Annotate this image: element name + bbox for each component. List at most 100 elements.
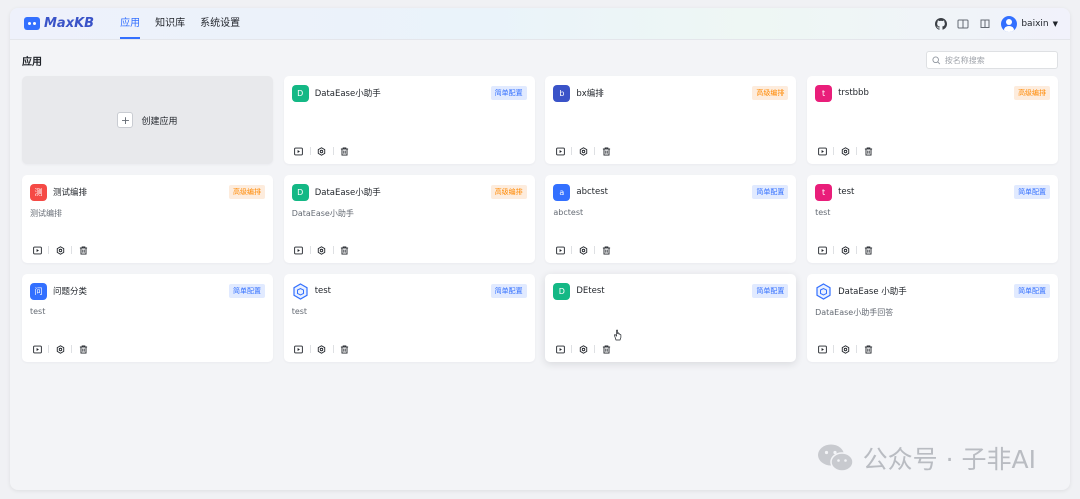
trash-icon[interactable] [340,344,350,354]
app-type-badge: 高级编排 [490,185,527,199]
gear-icon[interactable] [317,344,327,354]
trash-icon[interactable] [601,146,611,156]
wechat-icon [817,444,854,472]
action-divider [571,246,573,254]
app-type-badge: 简单配置 [1014,284,1051,298]
search-box[interactable] [926,51,1058,69]
app-card-header: t test 简单配置 [815,183,1051,201]
app-card-header: DataEase 小助手 简单配置 [815,282,1051,300]
gear-icon[interactable] [317,146,327,156]
hexagon-app-icon [815,282,832,300]
app-avatar: t [815,183,833,201]
user-name: baixin [1021,18,1049,29]
app-type-badge: 高级编排 [229,185,265,199]
search-input[interactable] [944,55,1052,65]
app-card-header: a abctest 简单配置 [553,183,789,201]
play-icon[interactable] [817,146,827,156]
app-description: test [291,307,308,316]
play-icon[interactable] [555,146,565,156]
trash-icon[interactable] [340,245,350,255]
gear-icon[interactable] [55,344,65,354]
action-divider [833,246,835,254]
play-icon[interactable] [294,146,304,156]
app-card[interactable]: D DEtest 简单配置 [545,274,797,362]
app-name: DataEase 小助手 [838,287,907,297]
app-description: DataEase小助手回答 [815,308,894,317]
app-card[interactable]: 问问题分类 简单配置 test [22,274,273,362]
app-avatar: 问 [30,282,47,300]
action-divider [309,345,311,353]
app-description: DataEase小助手 [291,209,354,218]
play-icon[interactable] [294,344,304,354]
action-divider [332,147,334,155]
gear-icon[interactable] [840,245,850,255]
app-card[interactable]: 测测试编排 高级编排 测试编排 [22,175,273,263]
nav-tab-apps[interactable]: 应用 [120,8,141,40]
play-icon[interactable] [555,245,565,255]
user-menu[interactable]: baixin ▼ [1001,15,1058,32]
action-divider [833,147,835,155]
mouse-pointer-icon [614,329,622,341]
play-icon[interactable] [32,245,42,255]
gear-icon[interactable] [840,344,850,354]
trash-icon[interactable] [78,344,88,354]
app-card-actions [32,245,88,255]
action-divider [71,246,72,254]
gear-icon[interactable] [55,245,65,255]
play-icon[interactable] [817,344,827,354]
play-icon[interactable] [294,245,304,255]
gear-icon[interactable] [317,245,327,255]
trash-icon[interactable] [863,344,873,354]
app-type-badge: 简单配置 [490,284,527,298]
action-divider [594,147,596,155]
app-name: test [838,187,855,197]
trash-icon[interactable] [863,245,873,255]
trash-icon[interactable] [340,146,350,156]
action-divider [856,147,858,155]
app-card-header: 测测试编排 高级编排 [30,183,265,201]
gear-icon[interactable] [840,146,850,156]
app-avatar: D [291,84,309,102]
gear-icon[interactable] [578,344,588,354]
book-icon[interactable] [979,18,991,30]
app-description: test [30,307,46,316]
avatar [1001,15,1018,32]
app-name: abctest [576,187,608,197]
trash-icon[interactable] [601,245,611,255]
gear-icon[interactable] [578,146,588,156]
app-description: abctest [553,208,584,217]
app-card[interactable]: D DataEase小助手 高级编排 DataEase小助手 [283,175,535,263]
app-card[interactable]: test 简单配置 test [283,274,535,362]
nav-tab-settings[interactable]: 系统设置 [200,8,240,40]
create-app-card[interactable]: + 创建应用 [22,76,273,164]
play-icon[interactable] [32,344,42,354]
action-divider [332,246,334,254]
app-type-badge: 简单配置 [229,284,265,298]
app-name: DataEase小助手 [314,188,381,198]
app-card[interactable]: DataEase 小助手 简单配置 DataEase小助手回答 [807,274,1059,362]
github-icon[interactable] [935,17,948,30]
doc-icon[interactable] [957,18,969,30]
app-card-actions [294,245,350,255]
gear-icon[interactable] [578,245,588,255]
top-right-tools: baixin ▼ [935,15,1058,32]
action-divider [833,345,835,353]
trash-icon[interactable] [78,245,88,255]
app-card[interactable]: a abctest 简单配置 abctest [545,175,797,263]
app-card[interactable]: b bx编排 高级编排 [545,76,797,164]
logo[interactable]: MaxKB [24,16,94,31]
app-card-actions [817,344,873,354]
app-card[interactable]: t trstbbb 高级编排 [807,76,1059,164]
app-card-header: D DataEase小助手 高级编排 [291,183,527,201]
app-type-badge: 高级编排 [1014,86,1051,100]
trash-icon[interactable] [601,344,611,354]
app-card[interactable]: D DataEase小助手 简单配置 [283,76,535,164]
nav-tab-knowledge[interactable]: 知识库 [155,8,185,40]
play-icon[interactable] [555,344,565,354]
play-icon[interactable] [817,245,827,255]
app-card[interactable]: t test 简单配置 test [807,175,1059,263]
app-name: test [314,286,332,296]
trash-icon[interactable] [863,146,873,156]
search-icon [932,56,941,64]
page-header: 应用 [22,50,1058,70]
